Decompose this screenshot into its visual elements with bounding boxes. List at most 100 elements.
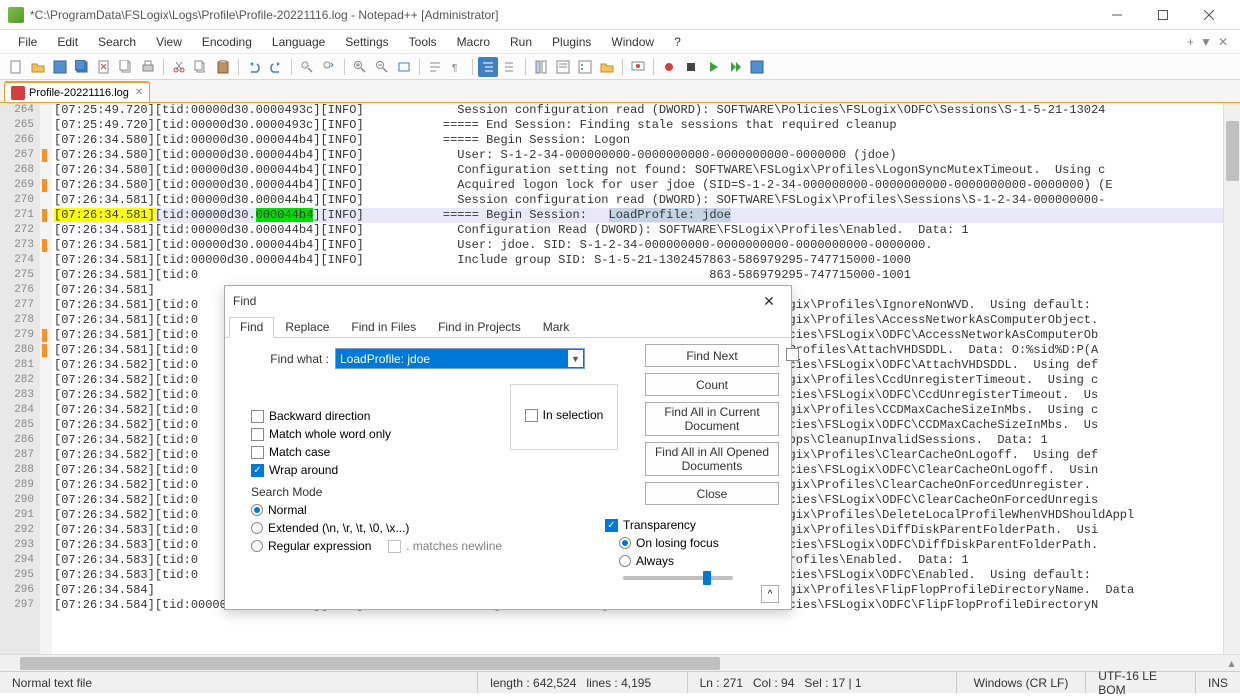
paste-icon[interactable] bbox=[213, 57, 233, 77]
app-icon bbox=[8, 7, 24, 23]
menu-item-language[interactable]: Language bbox=[262, 32, 335, 52]
scroll-up-icon[interactable]: ▴ bbox=[1223, 655, 1240, 672]
regex-radio[interactable] bbox=[251, 540, 263, 552]
word-wrap-icon[interactable] bbox=[425, 57, 445, 77]
doc-map-icon[interactable] bbox=[531, 57, 551, 77]
in-selection-label: In selection bbox=[543, 408, 604, 422]
menu-item-window[interactable]: Window bbox=[601, 32, 664, 52]
menu-item-tools[interactable]: Tools bbox=[399, 32, 447, 52]
close-menu-icon[interactable]: ✕ bbox=[1218, 35, 1228, 49]
new-file-icon[interactable] bbox=[6, 57, 26, 77]
find-close-button[interactable]: Close bbox=[645, 482, 779, 505]
copy-icon[interactable] bbox=[191, 57, 211, 77]
extended-radio[interactable] bbox=[251, 522, 263, 534]
tab-close-icon[interactable]: ✕ bbox=[135, 87, 143, 98]
find-next-direction-checkbox[interactable] bbox=[786, 348, 799, 361]
doc-list-icon[interactable] bbox=[553, 57, 573, 77]
svg-text:¶: ¶ bbox=[452, 63, 457, 74]
indent-guide-icon[interactable] bbox=[478, 57, 498, 77]
fold-icon[interactable] bbox=[500, 57, 520, 77]
save-macro-icon[interactable] bbox=[747, 57, 767, 77]
line-number-gutter: 2642652662672682692702712722732742752762… bbox=[0, 103, 40, 654]
find-all-current-button[interactable]: Find All in Current Document bbox=[645, 402, 779, 436]
status-insert-mode[interactable]: INS bbox=[1196, 672, 1240, 693]
find-dialog-close-icon[interactable]: ✕ bbox=[755, 287, 783, 315]
status-length: length : 642,524 lines : 4,195 bbox=[478, 672, 687, 693]
status-eol[interactable]: Windows (CR LF) bbox=[957, 672, 1087, 693]
find-tab-find[interactable]: Find bbox=[229, 317, 274, 338]
menu-item-run[interactable]: Run bbox=[500, 32, 542, 52]
maximize-button[interactable] bbox=[1140, 0, 1186, 30]
menu-item-view[interactable]: View bbox=[146, 32, 192, 52]
find-all-opened-button[interactable]: Find All in All Opened Documents bbox=[645, 442, 779, 476]
vertical-scrollbar-thumb[interactable] bbox=[1226, 121, 1239, 181]
menu-item-file[interactable]: File bbox=[8, 32, 47, 52]
horizontal-scrollbar-thumb[interactable] bbox=[20, 657, 720, 670]
backward-checkbox[interactable] bbox=[251, 410, 264, 423]
function-list-icon[interactable] bbox=[575, 57, 595, 77]
find-dialog: Find ✕ FindReplaceFind in FilesFind in P… bbox=[224, 285, 792, 610]
collapse-dialog-icon[interactable]: ^ bbox=[761, 585, 779, 603]
find-icon[interactable] bbox=[297, 57, 317, 77]
zoom-reset-icon[interactable] bbox=[394, 57, 414, 77]
redo-icon[interactable] bbox=[266, 57, 286, 77]
count-button[interactable]: Count bbox=[645, 373, 779, 396]
print-icon[interactable] bbox=[138, 57, 158, 77]
menu-item-edit[interactable]: Edit bbox=[47, 32, 88, 52]
transparency-slider-thumb[interactable] bbox=[703, 571, 711, 585]
on-losing-focus-radio[interactable] bbox=[619, 537, 631, 549]
cut-icon[interactable] bbox=[169, 57, 189, 77]
always-radio[interactable] bbox=[619, 555, 631, 567]
modified-file-icon bbox=[11, 86, 25, 100]
close-button[interactable] bbox=[1186, 0, 1232, 30]
monitor-icon[interactable] bbox=[628, 57, 648, 77]
transparency-checkbox[interactable]: ✓ bbox=[605, 519, 618, 532]
menu-item-[interactable]: ? bbox=[664, 32, 691, 52]
menu-item-macro[interactable]: Macro bbox=[447, 32, 500, 52]
whole-word-checkbox[interactable] bbox=[251, 428, 264, 441]
status-encoding[interactable]: UTF-16 LE BOM bbox=[1086, 672, 1196, 693]
open-file-icon[interactable] bbox=[28, 57, 48, 77]
find-what-input[interactable] bbox=[335, 348, 585, 369]
play-multi-icon[interactable] bbox=[725, 57, 745, 77]
folder-workspace-icon[interactable] bbox=[597, 57, 617, 77]
normal-radio[interactable] bbox=[251, 504, 263, 516]
record-macro-icon[interactable] bbox=[659, 57, 679, 77]
menu-item-plugins[interactable]: Plugins bbox=[542, 32, 601, 52]
add-menu-icon[interactable]: + bbox=[1187, 35, 1194, 49]
find-tab-mark[interactable]: Mark bbox=[532, 317, 581, 338]
status-bar: Normal text file length : 642,524 lines … bbox=[0, 671, 1240, 693]
minimize-button[interactable] bbox=[1094, 0, 1140, 30]
undo-icon[interactable] bbox=[244, 57, 264, 77]
find-tab-find-in-files[interactable]: Find in Files bbox=[340, 317, 427, 338]
play-macro-icon[interactable] bbox=[703, 57, 723, 77]
menu-item-encoding[interactable]: Encoding bbox=[192, 32, 262, 52]
zoom-in-icon[interactable] bbox=[350, 57, 370, 77]
toolbar: ¶ bbox=[0, 54, 1240, 80]
in-selection-checkbox[interactable] bbox=[525, 409, 538, 422]
horizontal-scrollbar[interactable]: ▴ bbox=[0, 654, 1240, 671]
stop-macro-icon[interactable] bbox=[681, 57, 701, 77]
zoom-out-icon[interactable] bbox=[372, 57, 392, 77]
save-icon[interactable] bbox=[50, 57, 70, 77]
dropdown-menu-icon[interactable]: ▼ bbox=[1200, 35, 1212, 49]
vertical-scrollbar[interactable] bbox=[1223, 103, 1240, 654]
find-next-button[interactable]: Find Next bbox=[645, 344, 779, 367]
show-chars-icon[interactable]: ¶ bbox=[447, 57, 467, 77]
close-all-icon[interactable] bbox=[116, 57, 136, 77]
replace-icon[interactable] bbox=[319, 57, 339, 77]
match-case-checkbox[interactable] bbox=[251, 446, 264, 459]
file-tab-bar: Profile-20221116.log ✕ bbox=[0, 80, 1240, 103]
matches-newline-checkbox[interactable] bbox=[388, 540, 401, 553]
menu-item-settings[interactable]: Settings bbox=[335, 32, 398, 52]
save-all-icon[interactable] bbox=[72, 57, 92, 77]
close-file-icon[interactable] bbox=[94, 57, 114, 77]
wrap-checkbox[interactable]: ✓ bbox=[251, 464, 264, 477]
find-dialog-titlebar[interactable]: Find ✕ bbox=[225, 286, 791, 316]
find-tab-replace[interactable]: Replace bbox=[274, 317, 340, 338]
find-tab-find-in-projects[interactable]: Find in Projects bbox=[427, 317, 532, 338]
file-tab[interactable]: Profile-20221116.log ✕ bbox=[4, 81, 150, 102]
menu-item-search[interactable]: Search bbox=[88, 32, 146, 52]
transparency-slider[interactable] bbox=[623, 576, 733, 580]
in-selection-group: In selection bbox=[510, 384, 618, 450]
